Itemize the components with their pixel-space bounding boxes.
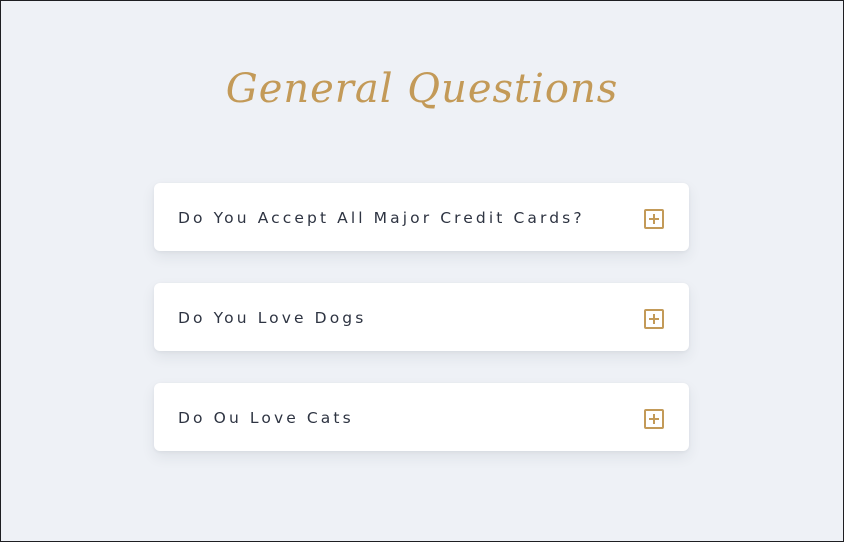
faq-question: Do You Love Dogs: [178, 309, 367, 327]
plus-square-icon[interactable]: [644, 309, 664, 329]
plus-square-icon[interactable]: [644, 209, 664, 229]
faq-item-credit-cards[interactable]: Do You Accept All Major Credit Cards?: [154, 183, 689, 251]
faq-question: Do Ou Love Cats: [178, 409, 354, 427]
plus-square-icon[interactable]: [644, 409, 664, 429]
faq-item-dogs[interactable]: Do You Love Dogs: [154, 283, 689, 351]
faq-question: Do You Accept All Major Credit Cards?: [178, 209, 585, 227]
page-title: General Questions: [225, 66, 619, 112]
page-frame: General Questions Do You Accept All Majo…: [0, 0, 844, 542]
faq-item-cats[interactable]: Do Ou Love Cats: [154, 383, 689, 451]
